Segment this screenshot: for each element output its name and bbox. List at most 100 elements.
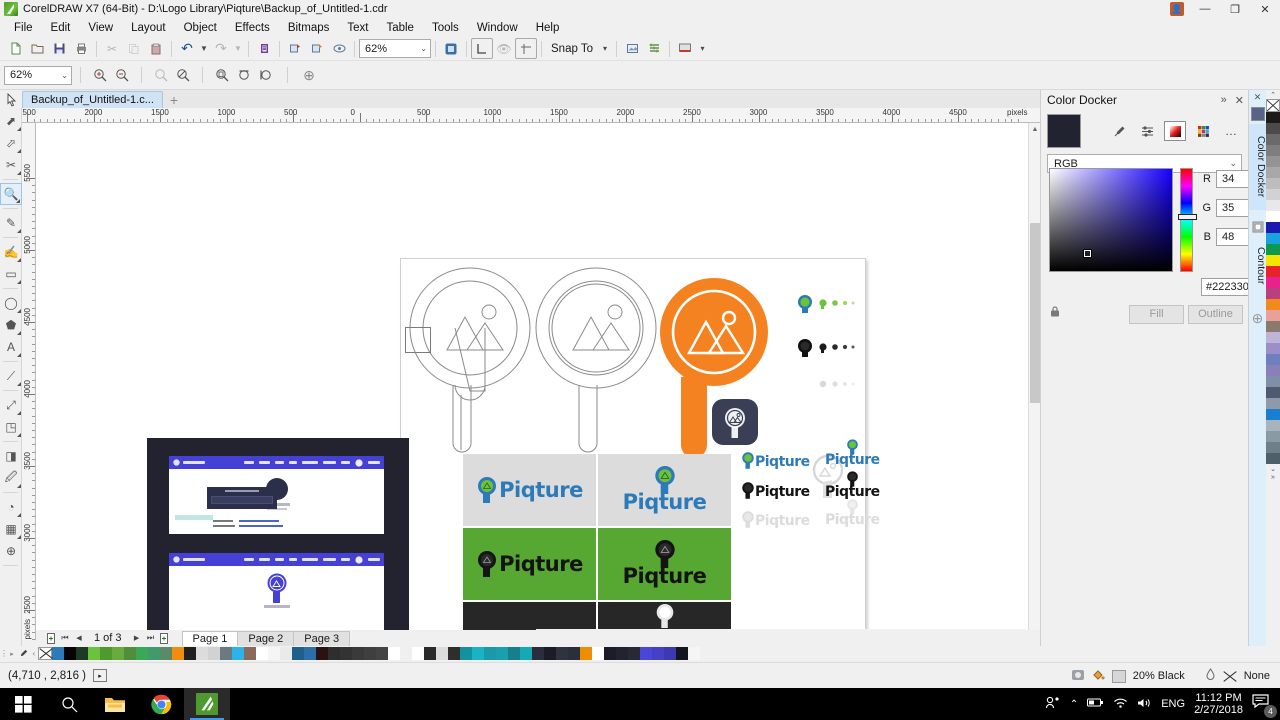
- undo-dropdown-button[interactable]: ▼: [198, 38, 210, 59]
- palette-color-swatch[interactable]: [100, 647, 112, 660]
- palette-color-swatch[interactable]: [472, 647, 484, 660]
- logo-variant-black-inline[interactable]: Piqture: [741, 482, 810, 500]
- palette-color-swatch[interactable]: [568, 647, 580, 660]
- page-tab-2[interactable]: Page 2: [237, 630, 295, 646]
- menu-item-table[interactable]: Table: [377, 20, 423, 36]
- palette-color-swatch[interactable]: [424, 647, 436, 660]
- palette-color-swatch[interactable]: [1266, 266, 1280, 277]
- zoom-to-all-objects-icon[interactable]: [172, 65, 194, 86]
- last-page-button[interactable]: ⏭: [144, 631, 158, 645]
- palette-color-swatch[interactable]: [556, 647, 568, 660]
- vertical-ruler[interactable]: 5500 5000 4500 4000 3500 3000 2500 pixels: [22, 123, 36, 640]
- artboard-page[interactable]: Piqture Piqture Piqture Piqture Piqture …: [400, 258, 880, 636]
- palette-color-swatch[interactable]: [220, 647, 232, 660]
- interactive-fill-tool-icon[interactable]: ◔: [0, 496, 22, 518]
- palette-color-swatch[interactable]: [676, 647, 688, 660]
- outline-none-icon[interactable]: [1223, 670, 1237, 683]
- palette-color-swatch[interactable]: [1266, 189, 1280, 200]
- drawing-canvas[interactable]: Piqture Piqture Piqture Piqture Piqture …: [36, 123, 1040, 640]
- palette-color-swatch[interactable]: [1266, 332, 1280, 343]
- eyedropper-icon[interactable]: [1108, 121, 1130, 141]
- export-button[interactable]: [284, 38, 306, 59]
- new-document-button[interactable]: [4, 38, 26, 59]
- logo-outline-variant-1[interactable]: [407, 265, 537, 455]
- selection-marquee[interactable]: [405, 327, 431, 353]
- palette-color-swatch[interactable]: [1266, 134, 1280, 145]
- palette-color-swatch[interactable]: [1266, 365, 1280, 376]
- minimize-button[interactable]: —: [1190, 0, 1220, 18]
- coreldraw-icon[interactable]: [184, 688, 230, 720]
- palette-color-swatch[interactable]: [532, 647, 544, 660]
- language-indicator[interactable]: ENG: [1161, 698, 1185, 710]
- zoom-in-icon[interactable]: [89, 65, 111, 86]
- palette-color-swatch[interactable]: [172, 647, 184, 660]
- palette-color-swatch[interactable]: [436, 647, 448, 660]
- palette-color-swatch[interactable]: [1266, 431, 1280, 442]
- color-field-marker[interactable]: [1084, 250, 1091, 257]
- export-to-button[interactable]: [306, 38, 328, 59]
- palette-color-swatch[interactable]: [1266, 409, 1280, 420]
- open-document-button[interactable]: [26, 38, 48, 59]
- swatch-cell[interactable]: Piqture: [598, 454, 731, 526]
- logo-outline-variant-2[interactable]: [533, 265, 663, 455]
- palette-color-swatch[interactable]: [400, 647, 412, 660]
- freehand-tool-icon[interactable]: ✎: [0, 212, 22, 234]
- color-gradient-field[interactable]: [1049, 168, 1173, 272]
- palette-color-swatch[interactable]: [1266, 112, 1280, 123]
- start-button[interactable]: [0, 688, 46, 720]
- outline-button[interactable]: Outline: [1188, 304, 1243, 324]
- logo-mini-black[interactable]: [797, 339, 859, 357]
- fill-color-swatch[interactable]: [1111, 669, 1126, 683]
- menu-item-edit[interactable]: Edit: [42, 20, 80, 36]
- flyout-arrow-icon[interactable]: [17, 309, 21, 313]
- palette-color-swatch[interactable]: [628, 647, 640, 660]
- search-icon[interactable]: [46, 688, 92, 720]
- notifications-icon[interactable]: 4: [1252, 693, 1277, 718]
- straight-line-connector-tool-icon[interactable]: ⤢: [0, 394, 22, 416]
- palette-color-swatch[interactable]: [460, 647, 472, 660]
- add-command-button[interactable]: ⊕: [298, 65, 320, 86]
- flyout-arrow-icon[interactable]: [17, 331, 21, 335]
- palette-color-swatch[interactable]: [328, 647, 340, 660]
- zoom-to-selection-icon[interactable]: [150, 65, 172, 86]
- flyout-arrow-icon[interactable]: [17, 382, 21, 386]
- palette-color-swatch[interactable]: [1266, 244, 1280, 255]
- menu-item-bitmaps[interactable]: Bitmaps: [279, 20, 339, 36]
- wifi-icon[interactable]: [1113, 697, 1128, 712]
- show-baseline-grid-button[interactable]: [515, 38, 537, 59]
- palette-color-swatch[interactable]: [124, 647, 136, 660]
- save-document-button[interactable]: [48, 38, 70, 59]
- coordinates-toggle-button[interactable]: ▸: [93, 669, 107, 682]
- palette-scroll-down-button[interactable]: ⌄: [1266, 464, 1280, 473]
- docker-color-preview-swatch[interactable]: [1250, 107, 1265, 121]
- new-document-tab-button[interactable]: +: [163, 91, 185, 108]
- text-tool-icon[interactable]: A: [0, 336, 22, 358]
- docker-tab-color-docker[interactable]: Color Docker: [1249, 124, 1267, 210]
- website-mockup-board[interactable]: [147, 438, 409, 640]
- clock[interactable]: 11:12 PM 2/27/2018: [1194, 692, 1243, 716]
- palette-color-swatch[interactable]: [448, 647, 460, 660]
- browser-mockup-top[interactable]: [169, 456, 384, 534]
- zoom-tool-icon[interactable]: 🔍: [0, 183, 22, 205]
- zoom-to-page-height-icon[interactable]: [255, 65, 277, 86]
- flyout-arrow-icon[interactable]: [17, 353, 21, 357]
- palette-color-swatch[interactable]: [1266, 398, 1280, 409]
- print-button[interactable]: [70, 38, 92, 59]
- palette-scroll-left-button[interactable]: ‹: [30, 647, 38, 660]
- logo-mini-light[interactable]: [815, 377, 861, 391]
- flyout-arrow-icon[interactable]: [17, 484, 21, 488]
- palette-color-swatch[interactable]: [508, 647, 520, 660]
- palette-color-swatch[interactable]: [496, 647, 508, 660]
- page-tab-3[interactable]: Page 3: [293, 630, 351, 646]
- menu-item-object[interactable]: Object: [175, 20, 226, 36]
- smart-fill-tool-icon[interactable]: ✍: [0, 241, 22, 263]
- palette-color-swatch[interactable]: [1266, 299, 1280, 310]
- show-rulers-button[interactable]: [471, 38, 493, 59]
- menu-item-tools[interactable]: Tools: [423, 20, 468, 36]
- extrude-tool-icon[interactable]: ◳: [0, 416, 22, 438]
- palette-color-swatch[interactable]: [232, 647, 244, 660]
- palette-color-swatch[interactable]: [1266, 255, 1280, 266]
- fill-color-icon[interactable]: [1092, 668, 1105, 684]
- object-manager-button[interactable]: [643, 38, 665, 59]
- menu-item-view[interactable]: View: [79, 20, 122, 36]
